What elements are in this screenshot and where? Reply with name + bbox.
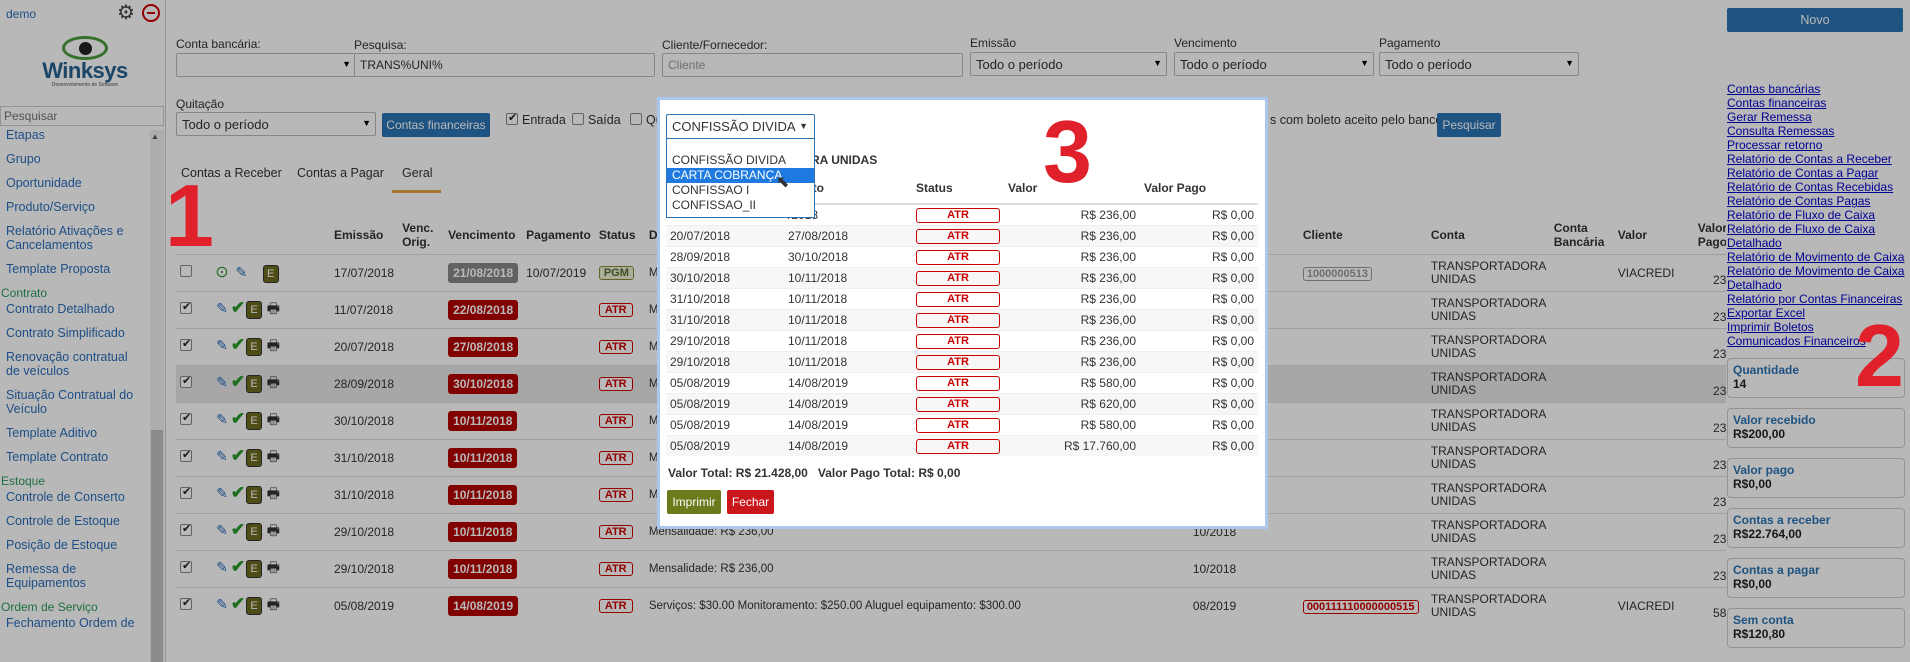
modal-row: 05/08/2019 14/08/2019 ATR R$ 580,00 R$ 0,00 — [666, 413, 1258, 435]
modal-row: 30/10/2018 10/11/2018 ATR R$ 236,00 R$ 0,00 — [666, 266, 1258, 288]
modal-total: Valor Total: R$ 21.428,00 Valor Pago Tot… — [668, 466, 960, 480]
modal-vencimento: 30/10/2018 — [784, 245, 912, 267]
modal-status-badge: ATR — [916, 291, 1000, 307]
modal-row: 29/10/2018 10/11/2018 ATR R$ 236,00 R$ 0,00 — [666, 350, 1258, 372]
modal-emissao: 20/07/2018 — [666, 224, 784, 246]
modal-emissao: 05/08/2019 — [666, 371, 784, 393]
modal-valor-pago: R$ 0,00 — [1140, 245, 1258, 267]
modal-vencimento: 10/11/2018 — [784, 350, 912, 372]
modal-column-header: Status — [912, 173, 1004, 205]
annotation-1: 1 — [165, 166, 214, 265]
template-select[interactable]: CONFISSÃO DIVIDA — [666, 114, 815, 139]
valor-pago-total: Valor Pago Total: R$ 0,00 — [817, 466, 961, 480]
annotation-3: 3 — [1043, 102, 1092, 201]
modal-emissao: 29/10/2018 — [666, 329, 784, 351]
modal-valor: R$ 236,00 — [1004, 329, 1140, 351]
modal-row: 05/08/2019 14/08/2019 ATR R$ 580,00 R$ 0,00 — [666, 371, 1258, 393]
modal-valor: R$ 580,00 — [1004, 413, 1140, 435]
modal-valor: R$ 620,00 — [1004, 392, 1140, 414]
fechar-button[interactable]: Fechar — [727, 490, 774, 514]
modal-status-badge: ATR — [916, 354, 1000, 370]
modal-row: 28/09/2018 30/10/2018 ATR R$ 236,00 R$ 0,00 — [666, 245, 1258, 267]
template-option[interactable]: CARTA COBRANÇA — [667, 168, 814, 183]
modal-emissao: 28/09/2018 — [666, 245, 784, 267]
modal-valor-pago: R$ 0,00 — [1140, 203, 1258, 225]
modal-row: 31/10/2018 10/11/2018 ATR R$ 236,00 R$ 0,00 — [666, 287, 1258, 309]
modal-emissao: 30/10/2018 — [666, 266, 784, 288]
modal-row: 05/08/2019 14/08/2019 ATR R$ 620,00 R$ 0,00 — [666, 392, 1258, 414]
modal-row: 20/07/2018 27/08/2018 ATR R$ 236,00 R$ 0,00 — [666, 224, 1258, 246]
modal-status-badge: ATR — [916, 249, 1000, 265]
modal-valor-pago: R$ 0,00 — [1140, 287, 1258, 309]
modal-row: 05/08/2019 14/08/2019 ATR R$ 17.760,00 R$ 0,… — [666, 434, 1258, 456]
modal-valor: R$ 580,00 — [1004, 371, 1140, 393]
modal-valor-pago: R$ 0,00 — [1140, 434, 1258, 456]
modal-vencimento: 10/11/2018 — [784, 308, 912, 330]
modal-valor-pago: R$ 0,00 — [1140, 350, 1258, 372]
mouse-cursor-icon: ⬉ — [776, 174, 790, 191]
modal-emissao: 05/08/2019 — [666, 392, 784, 414]
modal-valor-pago: R$ 0,00 — [1140, 413, 1258, 435]
modal-valor-pago: R$ 0,00 — [1140, 392, 1258, 414]
modal-status-badge: ATR — [916, 333, 1000, 349]
modal-valor: R$ 236,00 — [1004, 287, 1140, 309]
modal-status-badge: ATR — [916, 438, 1000, 454]
modal-row: 31/10/2018 10/11/2018 ATR R$ 236,00 R$ 0,00 — [666, 308, 1258, 330]
modal-status-badge: ATR — [916, 417, 1000, 433]
modal-vencimento: 14/08/2019 — [784, 413, 912, 435]
modal-vencimento: 27/08/2018 — [784, 224, 912, 246]
modal-status-badge: ATR — [916, 396, 1000, 412]
modal-status-badge: ATR — [916, 207, 1000, 223]
modal-vencimento: 10/11/2018 — [784, 266, 912, 288]
template-option[interactable]: CONFISSAO I — [667, 183, 814, 198]
modal-emissao: 31/10/2018 — [666, 308, 784, 330]
modal-emissao: 05/08/2019 — [666, 434, 784, 456]
modal-valor: R$ 236,00 — [1004, 308, 1140, 330]
modal-status-badge: ATR — [916, 375, 1000, 391]
modal-valor: R$ 236,00 — [1004, 245, 1140, 267]
modal-valor-pago: R$ 0,00 — [1140, 308, 1258, 330]
modal-vencimento: 10/11/2018 — [784, 287, 912, 309]
modal-status-badge: ATR — [916, 312, 1000, 328]
imprimir-button[interactable]: Imprimir — [667, 490, 721, 514]
modal-client-title: RA UNIDAS — [811, 153, 878, 167]
modal-column-header: Valor Pago — [1140, 173, 1258, 205]
modal-row: 29/10/2018 10/11/2018 ATR R$ 236,00 R$ 0,00 — [666, 329, 1258, 351]
modal-valor: R$ 236,00 — [1004, 203, 1140, 225]
template-option[interactable]: CONFISSAO_II — [667, 198, 814, 213]
modal-valor: R$ 236,00 — [1004, 224, 1140, 246]
modal-valor-pago: R$ 0,00 — [1140, 224, 1258, 246]
modal-vencimento: 10/11/2018 — [784, 329, 912, 351]
modal-valor: R$ 17.760,00 — [1004, 434, 1140, 456]
annotation-2: 2 — [1855, 306, 1904, 405]
modal-emissao: 29/10/2018 — [666, 350, 784, 372]
modal-emissao: 05/08/2019 — [666, 413, 784, 435]
modal-valor-pago: R$ 0,00 — [1140, 329, 1258, 351]
modal-status-badge: ATR — [916, 270, 1000, 286]
modal-valor: R$ 236,00 — [1004, 266, 1140, 288]
modal-status-badge: ATR — [916, 228, 1000, 244]
template-option[interactable]: CONFISSÃO DIVIDA — [667, 153, 814, 168]
modal-vencimento: 14/08/2019 — [784, 392, 912, 414]
modal-vencimento: 14/08/2019 — [784, 434, 912, 456]
modal-vencimento: 14/08/2019 — [784, 371, 912, 393]
modal-valor-pago: R$ 0,00 — [1140, 371, 1258, 393]
modal-valor: R$ 236,00 — [1004, 350, 1140, 372]
modal-emissao: 31/10/2018 — [666, 287, 784, 309]
modal-valor-pago: R$ 0,00 — [1140, 266, 1258, 288]
valor-total: Valor Total: R$ 21.428,00 — [668, 466, 808, 480]
template-options: CONFISSÃO DIVIDA CARTA COBRANÇA CONFISSAO … — [666, 138, 815, 218]
